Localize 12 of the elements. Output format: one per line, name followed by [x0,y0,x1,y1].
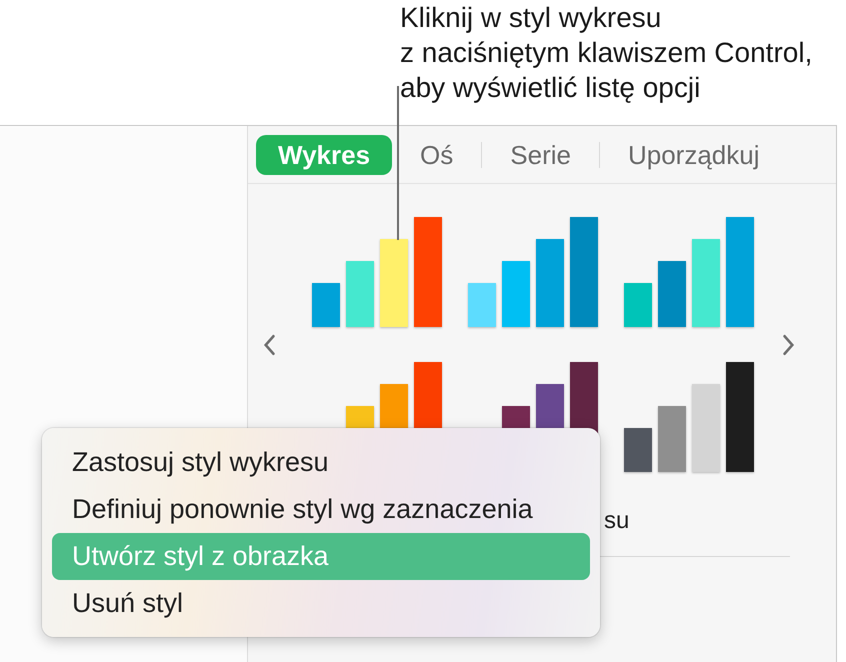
callout-text: Kliknij w styl wykresu z naciśniętym klawiszem Control, aby wyświetlić listę opcji [400,1,812,105]
previous-icon[interactable] [262,334,276,356]
tab[interactable]: Serie [482,134,599,174]
tab[interactable]: Wykres [256,134,392,174]
menu-item[interactable]: Usuń styl [52,580,590,627]
menu-item[interactable]: Zastosuj styl wykresu [52,439,590,486]
tab[interactable]: Oś [392,134,482,174]
chart-style-icon[interactable] [624,362,754,472]
menu-item[interactable]: Definiuj ponownie styl wg zaznaczenia [52,486,590,533]
tab[interactable]: Uporządkuj [600,134,788,174]
next-icon[interactable] [782,334,796,356]
style-caption: su [604,507,630,534]
